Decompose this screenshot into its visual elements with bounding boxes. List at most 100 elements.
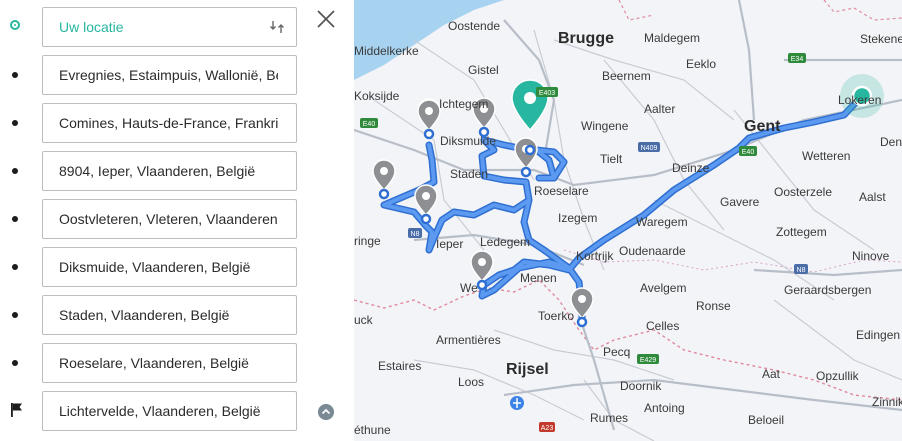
map-label-ichtegem: Ichtegem	[439, 97, 488, 111]
map-label-opzullik: Opzullik	[816, 369, 860, 383]
bullet-icon	[12, 120, 18, 126]
map-label-armentieres: Armentières	[436, 333, 501, 347]
map-label-kortrijk: Kortrijk	[576, 249, 614, 263]
waypoint-input-destination[interactable]: Lichtervelde, Vlaanderen, België	[42, 391, 297, 431]
waypoint-input[interactable]: Comines, Hauts-de-France, Frankrijk	[42, 103, 297, 143]
road-shield-n409: N409	[638, 142, 660, 152]
waypoint-label: Uw locatie	[59, 19, 124, 35]
waypoint-label: Oostvleteren, Vleteren, Vlaanderen, Belg…	[59, 211, 278, 227]
road-shield-label: E429	[640, 357, 656, 364]
map-canvas: E403 E34 E40 N409 E40 N8 N8 E429 A23 Oos…	[354, 0, 902, 441]
map-label-zinnik: Zinnik	[872, 395, 902, 409]
map-label-gent: Gent	[744, 118, 781, 135]
map-label-lokeren: Lokeren	[838, 93, 881, 107]
waypoint-input-origin[interactable]: Uw locatie	[42, 7, 297, 47]
map-label-wervik: We	[460, 281, 478, 295]
bullet-icon	[12, 72, 18, 78]
bullet-icon	[12, 360, 18, 366]
map-label-gistel: Gistel	[468, 63, 499, 77]
waypoint-label: Diksmuide, Vlaanderen, België	[59, 259, 251, 275]
bullet-icon	[12, 168, 18, 174]
map-label-roeselare: Roeselare	[534, 184, 589, 198]
map-label-loos: Loos	[458, 375, 484, 389]
map-label-staden: Staden	[450, 167, 488, 181]
map-label-ieper: Ieper	[436, 237, 463, 251]
map-label-rijsel: Rijsel	[506, 361, 549, 378]
map-label-tourcoing: Toerko	[538, 309, 574, 323]
map-label-celles: Celles	[646, 319, 679, 333]
map-label-wetteren: Wetteren	[802, 149, 850, 163]
map-label-dendermonde: Dend	[880, 135, 902, 149]
map-label-koksijde: Koksijde	[354, 89, 400, 103]
map-label-wingene: Wingene	[581, 119, 629, 133]
road-shield-label: N409	[641, 145, 658, 152]
waypoint-label: Staden, Vlaanderen, België	[59, 307, 230, 323]
map-label-beloeil: Beloeil	[748, 413, 784, 427]
road-shield-label: A23	[541, 425, 554, 432]
road-shield-n8-west: N8	[408, 228, 422, 238]
map-label-gavere: Gavere	[720, 195, 760, 209]
route-panel: Uw locatie Evregnies, Estaimpuis, Wallon…	[0, 0, 354, 441]
waypoint-input[interactable]: Oostvleteren, Vleteren, Vlaanderen, Belg…	[42, 199, 297, 239]
map-label-tielt: Tielt	[600, 152, 623, 166]
waypoint-label: Lichtervelde, Vlaanderen, België	[59, 403, 261, 419]
map-label-antoing: Antoing	[644, 401, 685, 415]
map-label-maldegem: Maldegem	[644, 31, 700, 45]
road-shield-label: E40	[742, 149, 755, 156]
map-label-estaires: Estaires	[378, 359, 421, 373]
map-label-pecq: Pecq	[603, 345, 630, 359]
waypoint-input[interactable]: 8904, Ieper, Vlaanderen, België	[42, 151, 297, 191]
waypoint-input[interactable]: Evregnies, Estaimpuis, Wallonië, België	[42, 55, 297, 95]
road-shield-e40-east: E40	[739, 146, 757, 156]
map-label-zottegem: Zottegem	[776, 225, 827, 239]
road-shield-label: E34	[791, 56, 804, 63]
waypoint-pin[interactable]	[570, 287, 594, 328]
waypoint-label: Evregnies, Estaimpuis, Wallonië, België	[59, 67, 278, 83]
waypoint-input[interactable]: Roeselare, Vlaanderen, België	[42, 343, 297, 383]
road-shield-a23: A23	[539, 422, 555, 432]
road-shield-e34: E34	[788, 53, 806, 63]
waypoint-input[interactable]: Staden, Vlaanderen, België	[42, 295, 297, 335]
waypoint-row-stop: Staden, Vlaanderen, België	[0, 295, 354, 335]
bullet-icon	[12, 312, 18, 318]
map-label-deinze: Deinze	[672, 161, 710, 175]
target-icon	[10, 20, 20, 30]
flag-icon	[11, 403, 22, 417]
waypoint-row-stop: Roeselare, Vlaanderen, België	[0, 343, 354, 383]
map-label-ledegem: Ledegem	[480, 235, 530, 249]
map-label-rumes: Rumes	[590, 411, 628, 425]
waypoint-pin[interactable]	[372, 159, 396, 200]
map-label-beernem: Beernem	[602, 69, 651, 83]
road-shield-label: E40	[363, 121, 376, 128]
airport-icon	[510, 396, 524, 410]
map-label-waregem: Waregem	[636, 215, 688, 229]
map-view[interactable]: E403 E34 E40 N409 E40 N8 N8 E429 A23 Oos…	[354, 0, 902, 441]
map-label-oudenaarde: Oudenaarde	[619, 244, 686, 258]
waypoint-label: 8904, Ieper, Vlaanderen, België	[59, 163, 256, 179]
map-label-geraardsbergen: Geraardsbergen	[784, 283, 871, 297]
waypoint-input[interactable]: Diksmuide, Vlaanderen, België	[42, 247, 297, 287]
chevron-up-icon[interactable]	[318, 404, 334, 420]
map-label-middelkerke: Middelkerke	[354, 44, 419, 58]
road-shield-e403: E403	[536, 87, 558, 97]
bullet-icon	[12, 264, 18, 270]
waypoint-row-stop: Diksmuide, Vlaanderen, België	[0, 247, 354, 287]
road-shield-e429: E429	[637, 354, 659, 364]
map-label-oostende: Oostende	[448, 19, 500, 33]
road-shield-label: E403	[539, 90, 555, 97]
road-shield-n8-east: N8	[794, 264, 808, 274]
region-border	[823, 0, 902, 21]
map-label-stekene: Stekene	[860, 32, 902, 46]
map-label-lens: Lens	[434, 423, 460, 437]
road-shield-e40-west: E40	[360, 118, 378, 128]
map-label-poperinge: ringe	[354, 234, 381, 248]
map-label-brugge: Brugge	[558, 30, 614, 47]
map-label-aalst: Aalst	[859, 190, 886, 204]
map-label-edingen: Edingen	[856, 328, 900, 342]
map-label-bethune: éthune	[354, 423, 391, 437]
map-label-ath: Aat	[762, 367, 781, 381]
road-shield-label: N8	[797, 267, 806, 274]
waypoint-pin[interactable]	[417, 99, 441, 140]
map-label-ronse: Ronse	[696, 299, 731, 313]
swap-icon[interactable]	[270, 20, 284, 34]
